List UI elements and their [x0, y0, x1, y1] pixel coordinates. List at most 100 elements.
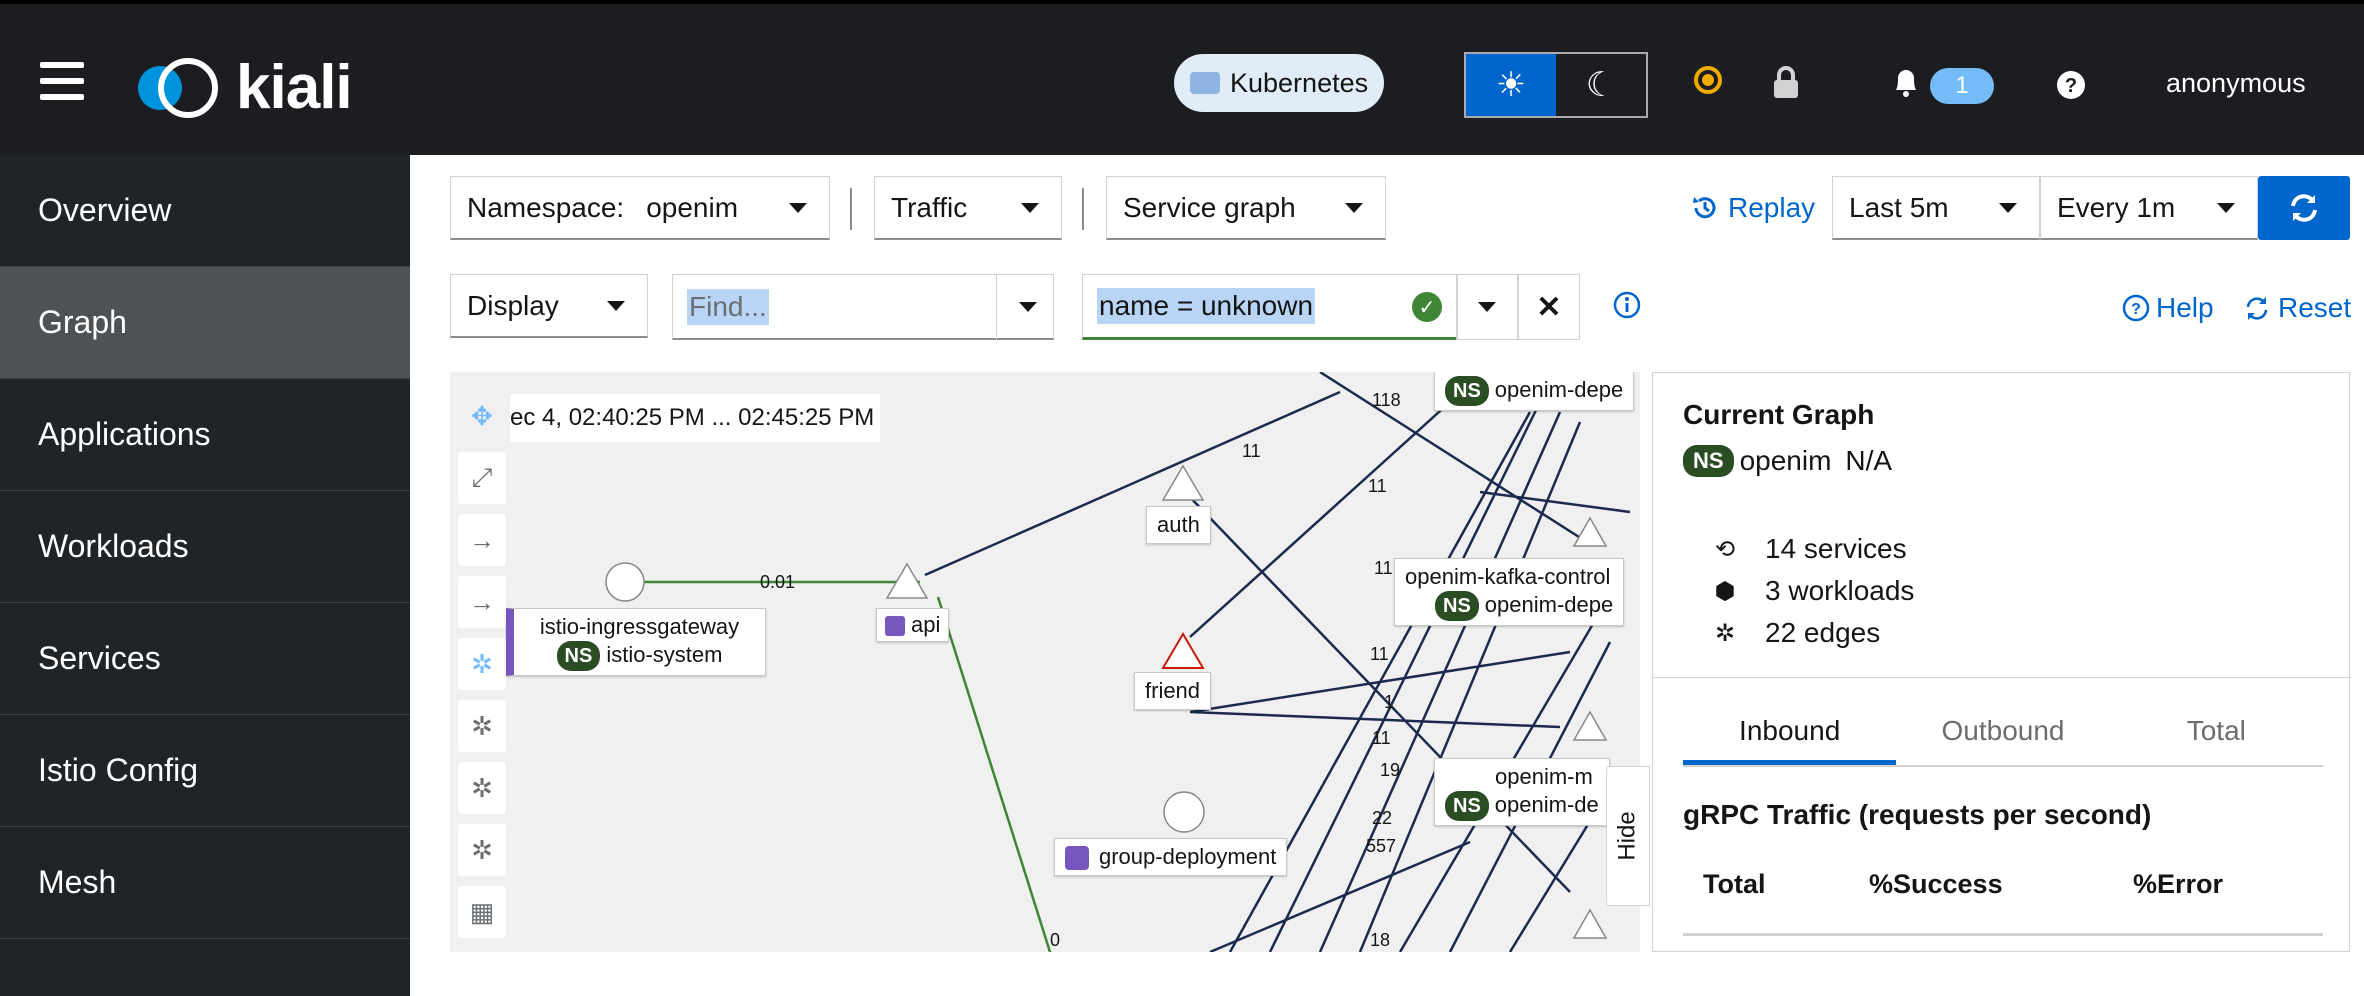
node-label-kafka-control[interactable]: openim-kafka-control NS openim-depe [1394, 558, 1625, 626]
hide-dropdown-button[interactable] [1456, 274, 1518, 340]
layout-default-icon[interactable]: ✲ [458, 638, 506, 690]
hide-input[interactable]: name = unknown [1082, 274, 1458, 340]
clear-hide-button[interactable]: ✕ [1518, 274, 1580, 340]
node-label-ingress[interactable]: istio-ingressgateway NS istio-system [506, 608, 766, 676]
arrow-right-icon[interactable]: → [458, 514, 506, 566]
sidebar-item-services[interactable]: Services [0, 603, 410, 715]
question-circle-icon: ? [2122, 294, 2150, 322]
service-icon: ⟲ [1714, 535, 1736, 563]
node-label-api[interactable]: api [876, 608, 950, 642]
node-label-friend[interactable]: friend [1134, 672, 1212, 710]
masthead: kiali Kubernetes ☀ ☾ 1 ? anonymous [0, 0, 2364, 155]
edge-label: 557 [1366, 836, 1396, 856]
user-menu[interactable]: anonymous [2166, 68, 2306, 99]
workload-icon: ⬢ [1714, 577, 1736, 605]
refresh-interval-select[interactable]: Every 1m [2040, 176, 2258, 240]
column-header-success: %Success [1869, 869, 2003, 899]
chevron-down-icon [2217, 203, 2235, 213]
sidebar-item-applications[interactable]: Applications [0, 379, 410, 491]
node-label-openim-m[interactable]: openim-m NS openim-de [1434, 758, 1610, 826]
edge-label: 11 [1368, 476, 1387, 496]
layout-3-icon[interactable]: ✲ [458, 824, 506, 876]
node-namespace: openim-depe [1484, 592, 1614, 617]
table-divider [1683, 933, 2323, 936]
namespace-name[interactable]: openim [1740, 445, 1832, 477]
help-icon[interactable]: ? [2056, 70, 2086, 108]
hide-panel-button[interactable]: Hide [1606, 766, 1650, 906]
expand-icon[interactable]: ⤢ [458, 452, 506, 504]
node-label-group-deployment[interactable]: group-deployment [1054, 838, 1288, 876]
traffic-select[interactable]: Traffic [874, 176, 1062, 240]
info-icon[interactable] [1612, 290, 1642, 320]
column-header-total: Total [1703, 869, 1766, 899]
sidebar-item-graph[interactable]: Graph [0, 267, 410, 379]
branch-icon [885, 616, 905, 637]
graph-toolbar: ✥ ⤢ → → ✲ ✲ ✲ ✲ ▦ [458, 390, 508, 948]
edge-label: 118 [1372, 390, 1401, 410]
help-button[interactable]: ? Help [2122, 292, 2214, 324]
node-name: group-deployment [1099, 844, 1277, 869]
ns-badge: NS [556, 641, 601, 671]
layout-1-icon[interactable]: ✲ [458, 700, 506, 752]
status-icon[interactable] [1692, 64, 1724, 104]
sidebar: Overview Graph Applications Workloads Se… [0, 155, 410, 996]
chevron-down-icon [1478, 302, 1496, 312]
lock-icon[interactable] [1772, 66, 1800, 108]
svg-text:?: ? [2131, 301, 2141, 318]
reset-button[interactable]: Reset [2242, 292, 2351, 324]
edge-label: 1 [1384, 692, 1394, 712]
ns-badge: NS [1445, 376, 1489, 406]
sidebar-item-mesh[interactable]: Mesh [0, 827, 410, 939]
dark-theme-button[interactable]: ☾ [1556, 54, 1646, 116]
chevron-down-icon [1021, 203, 1039, 213]
divider [1082, 188, 1084, 230]
pan-icon[interactable]: ✥ [458, 390, 506, 442]
notification-badge[interactable]: 1 [1930, 68, 1994, 104]
column-header-error: %Error [2133, 869, 2224, 899]
bell-icon[interactable] [1892, 68, 1920, 106]
panel-title: Current Graph [1683, 399, 1875, 430]
edges-count: ✲ 22 edges [1707, 617, 1880, 649]
tab-total[interactable]: Total [2110, 709, 2323, 765]
node-name: openim-depe [1494, 377, 1624, 402]
sync-icon [2291, 194, 2317, 222]
namespace-select[interactable]: Namespace: openim [450, 176, 830, 240]
edge-label: 11 [1242, 441, 1261, 461]
node-label-auth[interactable]: auth [1146, 506, 1211, 544]
replay-button[interactable]: Replay [1690, 192, 1815, 224]
kiali-logo[interactable]: kiali [132, 52, 353, 123]
node-namespace: openim-de [1494, 792, 1599, 817]
display-label: Display [467, 289, 559, 321]
map-icon[interactable]: ▦ [458, 886, 506, 938]
workloads-text: 3 workloads [1765, 575, 1915, 606]
traffic-tabs: Inbound Outbound Total [1683, 709, 2323, 767]
summary-panel: Current Graph NS openim N/A ⟲ 14 services… [1652, 372, 2351, 952]
sidebar-item-workloads[interactable]: Workloads [0, 491, 410, 603]
theme-toggle[interactable]: ☀ ☾ [1464, 52, 1648, 118]
refresh-button[interactable] [2258, 176, 2350, 240]
chevron-down-icon [1999, 203, 2017, 213]
divider [1653, 677, 2351, 678]
traffic-label: Traffic [891, 191, 968, 223]
tab-inbound[interactable]: Inbound [1683, 709, 1897, 765]
graph-timestamp: ec 4, 02:40:25 PM ... 02:45:25 PM [510, 394, 880, 442]
node-label-openim-dep-1[interactable]: NS openim-depe [1434, 372, 1635, 411]
arrow-right-icon[interactable]: → [458, 576, 506, 628]
namespace-extra: N/A [1845, 445, 1893, 476]
ns-badge: NS [1445, 791, 1489, 821]
graph-type-select[interactable]: Service graph [1106, 176, 1386, 240]
edge-label: 0 [1050, 930, 1060, 950]
sidebar-item-overview[interactable]: Overview [0, 155, 410, 267]
chevron-down-icon [789, 203, 807, 213]
display-select[interactable]: Display [450, 274, 648, 338]
refresh-interval-label: Every 1m [2057, 191, 2176, 223]
light-theme-button[interactable]: ☀ [1466, 54, 1556, 116]
traffic-section-title: gRPC Traffic (requests per second) [1683, 799, 2152, 830]
sidebar-item-istio-config[interactable]: Istio Config [0, 715, 410, 827]
tab-outbound[interactable]: Outbound [1896, 709, 2109, 765]
find-dropdown-button[interactable] [996, 274, 1056, 340]
duration-select[interactable]: Last 5m [1832, 176, 2040, 240]
layout-2-icon[interactable]: ✲ [458, 762, 506, 814]
menu-toggle-icon[interactable] [40, 62, 84, 100]
brand-text: kiali [236, 53, 353, 122]
